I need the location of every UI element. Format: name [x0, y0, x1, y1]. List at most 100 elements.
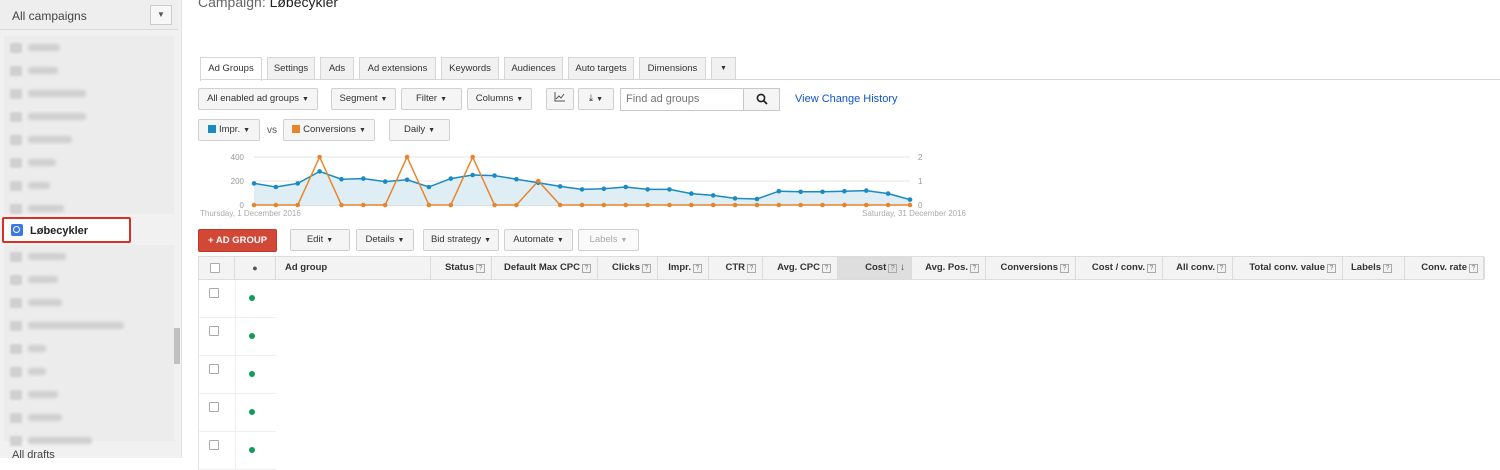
help-icon[interactable]: ? [1383, 264, 1393, 273]
blurred-item[interactable] [4, 337, 174, 360]
view-change-history-link[interactable]: View Change History [795, 93, 898, 105]
blurred-item[interactable] [4, 82, 174, 105]
blurred-item[interactable] [4, 245, 174, 268]
select-all-checkbox[interactable] [210, 263, 220, 273]
table-rows [198, 280, 276, 470]
segment-button[interactable]: Segment ▼ [331, 88, 396, 110]
chart-toggle-button[interactable] [546, 88, 574, 110]
row-checkbox[interactable] [209, 364, 219, 374]
tab-ad-extensions[interactable]: Ad extensions [359, 57, 436, 80]
automate-button[interactable]: Automate ▼ [504, 229, 573, 251]
tab-ads[interactable]: Ads [320, 57, 354, 80]
help-icon[interactable]: ? [747, 264, 756, 273]
col-clicks-label: Clicks [612, 262, 640, 273]
bid-strategy-button[interactable]: Bid strategy ▼ [423, 229, 499, 251]
blurred-item[interactable] [4, 151, 174, 174]
labels-button[interactable]: Labels ▼ [578, 229, 639, 251]
blurred-item[interactable] [4, 360, 174, 383]
status-dot-header[interactable]: ● [235, 257, 276, 279]
blurred-item[interactable] [4, 174, 174, 197]
blurred-item[interactable] [4, 406, 174, 429]
columns-button[interactable]: Columns ▼ [467, 88, 532, 110]
blurred-item[interactable] [4, 314, 174, 337]
blurred-item[interactable] [4, 383, 174, 406]
col-cost[interactable]: Cost? ↓ [838, 257, 912, 279]
row-checkbox[interactable] [209, 440, 219, 450]
blurred-item[interactable] [4, 36, 174, 59]
search-button[interactable] [744, 88, 780, 111]
col-impr[interactable]: Impr.? [658, 257, 709, 279]
enabled-status-dot [249, 409, 255, 415]
col-avg-pos[interactable]: Avg. Pos.? [912, 257, 986, 279]
row-checkbox[interactable] [209, 402, 219, 412]
period-selector[interactable]: Daily ▼ [389, 119, 450, 141]
blurred-item[interactable] [4, 105, 174, 128]
row-checkbox[interactable] [209, 326, 219, 336]
help-icon[interactable]: ? [582, 264, 591, 273]
conversions-point [710, 202, 716, 208]
col-conv-rate[interactable]: Conv. rate? [1405, 257, 1485, 279]
chevron-down-icon[interactable]: ▼ [150, 5, 172, 25]
tab-keywords[interactable]: Keywords [441, 57, 499, 80]
col-status[interactable]: Status? [431, 257, 492, 279]
help-icon[interactable]: ? [822, 264, 831, 273]
col-conversions[interactable]: Conversions? [986, 257, 1076, 279]
details-button[interactable]: Details ▼ [356, 229, 414, 251]
help-icon[interactable]: ? [1060, 264, 1069, 273]
sidebar-item-selected[interactable]: Løbecykler [2, 217, 131, 243]
help-icon[interactable]: ? [1327, 264, 1336, 273]
blurred-item[interactable] [4, 291, 174, 314]
tab-auto-targets[interactable]: Auto targets [568, 57, 634, 80]
col-labels[interactable]: Labels? [1343, 257, 1405, 279]
tab-dimensions[interactable]: Dimensions [639, 57, 706, 80]
help-icon[interactable]: ? [476, 264, 485, 273]
col-avg-cpc[interactable]: Avg. CPC? [763, 257, 838, 279]
row-checkbox[interactable] [209, 288, 219, 298]
col-cost-per-conv[interactable]: Cost / conv.? [1076, 257, 1163, 279]
table-row[interactable] [198, 394, 276, 432]
col-default-max-cpc[interactable]: Default Max CPC? [492, 257, 598, 279]
download-button[interactable]: ⤓ ▼ [578, 88, 614, 110]
conversions-point [754, 202, 760, 208]
blurred-item[interactable] [4, 59, 174, 82]
col-total-conv-value[interactable]: Total conv. value? [1233, 257, 1343, 279]
table-row[interactable] [198, 318, 276, 356]
table-row[interactable] [198, 280, 276, 318]
help-icon[interactable]: ? [970, 264, 979, 273]
row-divider [235, 280, 236, 318]
col-avg-cpc-label: Avg. CPC [777, 262, 820, 273]
add-ad-group-button[interactable]: + AD GROUP [198, 229, 277, 252]
table-row[interactable] [198, 432, 276, 470]
tab-audiences[interactable]: Audiences [504, 57, 563, 80]
status-filter-dropdown[interactable]: All enabled ad groups ▼ [198, 88, 318, 110]
campaign-select[interactable]: All campaigns ▼ [0, 0, 178, 30]
col-ctr[interactable]: CTR? [709, 257, 763, 279]
tab-settings[interactable]: Settings [267, 57, 315, 80]
all-drafts-label[interactable]: All drafts [12, 449, 55, 461]
help-icon[interactable]: ? [1217, 264, 1226, 273]
tab-ad-groups[interactable]: Ad Groups [200, 57, 262, 81]
help-icon[interactable]: ? [642, 264, 651, 273]
sidebar-scrollbar[interactable] [174, 328, 180, 364]
search-input[interactable] [626, 89, 744, 109]
metric2-selector[interactable]: Conversions ▼ [283, 119, 375, 141]
blurred-item[interactable] [4, 268, 174, 291]
impr-point [470, 172, 475, 178]
table-row[interactable] [198, 356, 276, 394]
help-icon[interactable]: ? [1147, 264, 1156, 273]
col-ad-group[interactable]: Ad group [276, 257, 431, 279]
help-icon[interactable]: ? [693, 264, 702, 273]
help-icon[interactable]: ? [888, 264, 898, 273]
filter-button[interactable]: Filter ▼ [401, 88, 462, 110]
left-tick-label: 400 [231, 153, 245, 162]
automate-label: Automate [513, 234, 554, 245]
metric1-selector[interactable]: Impr. ▼ [198, 119, 260, 141]
edit-button[interactable]: Edit ▼ [290, 229, 350, 251]
tab-more-chevron-icon[interactable]: ▼ [711, 57, 736, 80]
col-clicks[interactable]: Clicks? [598, 257, 658, 279]
metric1-swatch [207, 125, 216, 133]
blurred-item[interactable] [4, 128, 174, 151]
chevron-down-icon: ▼ [380, 96, 388, 103]
help-icon[interactable]: ? [1469, 264, 1478, 273]
col-all-conv[interactable]: All conv.? [1163, 257, 1233, 279]
